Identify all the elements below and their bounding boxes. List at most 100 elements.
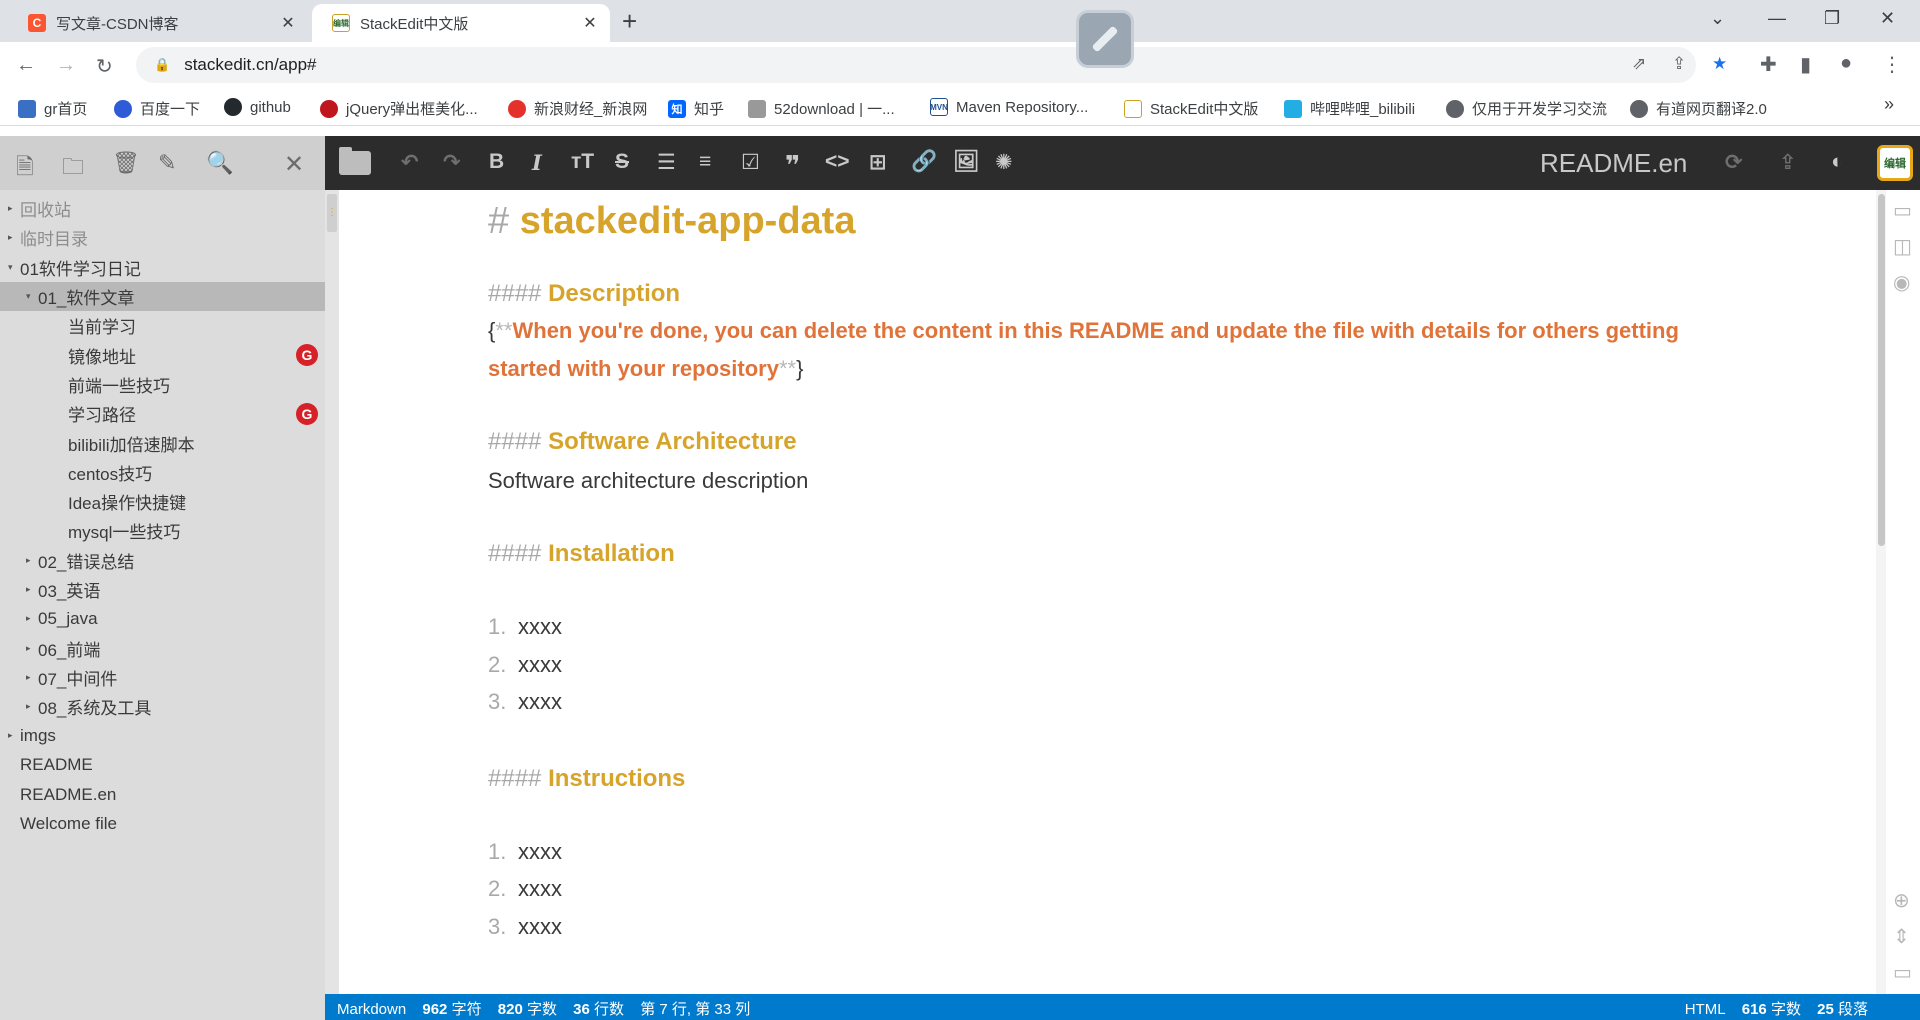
new-folder-icon[interactable]: 🗀 bbox=[62, 150, 84, 188]
bookmark-item[interactable]: StackEdit中文版 bbox=[1124, 98, 1258, 119]
tree-item[interactable]: ▸ 回收站 bbox=[0, 194, 325, 223]
bookmark-item[interactable]: 仅用于开发学习交流 bbox=[1446, 98, 1607, 119]
extensions-icon[interactable]: ✚ bbox=[1760, 52, 1777, 77]
tree-item[interactable]: 当前学习 bbox=[0, 311, 325, 340]
share-icon[interactable]: ⇪ bbox=[1672, 54, 1686, 74]
close-icon[interactable]: ✕ bbox=[278, 13, 298, 33]
tree-item[interactable]: ▾ 01软件学习日记 bbox=[0, 253, 325, 282]
tab-search-icon[interactable]: ⌄ bbox=[1710, 8, 1725, 29]
tree-item[interactable]: 镜像地址 G bbox=[0, 340, 325, 369]
bookmarks-overflow-button[interactable]: » bbox=[1884, 94, 1894, 115]
bookmark-star-icon[interactable]: ★ bbox=[1712, 54, 1727, 74]
tree-item[interactable]: README bbox=[0, 751, 325, 780]
delete-icon[interactable]: 🗑 bbox=[112, 150, 140, 176]
tree-item[interactable]: bilibili加倍速脚本 bbox=[0, 428, 325, 457]
toggle-navbar-icon[interactable]: ▭ bbox=[1893, 198, 1912, 223]
ordered-list-icon[interactable]: ≡ bbox=[699, 150, 711, 174]
tree-item[interactable]: ▸ 06_前端 bbox=[0, 633, 325, 662]
italic-icon[interactable]: I bbox=[532, 150, 542, 175]
preview-eye-icon[interactable]: ◉ bbox=[1893, 270, 1910, 295]
table-icon[interactable]: ⊞ bbox=[869, 150, 887, 175]
menu-kebab-icon[interactable]: ⋮ bbox=[1882, 52, 1902, 77]
address-bar[interactable]: 🔒 stackedit.cn/app# bbox=[136, 47, 1696, 83]
tree-item[interactable]: ▸ 08_系统及工具 bbox=[0, 692, 325, 721]
search-file-icon[interactable]: 🔍 bbox=[206, 150, 233, 176]
undo-icon[interactable]: ↶ bbox=[401, 150, 419, 175]
new-tab-button[interactable]: + bbox=[622, 8, 637, 34]
explorer-toolbar: 🗎 🗀 🗑 ✎ 🔍 ✕ bbox=[0, 136, 325, 190]
browser-toolbar: ← → ↻ 🔒 stackedit.cn/app# ⇗ ⇪ ★ ✚ ▮ ● ⋮ bbox=[0, 42, 1920, 88]
bookmark-item[interactable]: 知知乎 bbox=[668, 98, 724, 119]
code-icon[interactable]: <> bbox=[825, 150, 850, 174]
explorer-splitter[interactable]: ⋮ bbox=[325, 190, 339, 994]
bookmark-item[interactable]: 有道网页翻译2.0 bbox=[1630, 98, 1767, 119]
markdown-editor[interactable]: # stackedit-app-data #### Description {*… bbox=[339, 190, 1879, 994]
bookmark-item[interactable]: 哔哩哔哩_bilibili bbox=[1284, 98, 1415, 119]
tree-item[interactable]: ▸ 02_错误总结 bbox=[0, 546, 325, 575]
tree-item[interactable]: 学习路径 G bbox=[0, 399, 325, 428]
new-file-icon[interactable]: 🗎 bbox=[16, 150, 34, 188]
close-explorer-icon[interactable]: ✕ bbox=[284, 150, 304, 179]
editor-scrollbar[interactable] bbox=[1876, 190, 1886, 994]
tree-item[interactable]: ▸ 临时目录 bbox=[0, 223, 325, 252]
tree-item[interactable]: Idea操作快捷键 bbox=[0, 487, 325, 516]
open-in-app-icon[interactable]: ⇗ bbox=[1632, 54, 1646, 74]
scrollbar-thumb[interactable] bbox=[1878, 194, 1885, 546]
redo-icon[interactable]: ↷ bbox=[443, 150, 461, 175]
checklist-icon[interactable]: ☑ bbox=[741, 150, 760, 175]
status-left: Markdown 962 字符 820 字数 36 行数 第 7 行, 第 33… bbox=[337, 998, 762, 1019]
drag-handle-icon[interactable]: ⋮ bbox=[327, 194, 337, 232]
bookmark-item[interactable]: MVN Maven Repository... bbox=[930, 98, 1088, 116]
tab-stackedit[interactable]: 编辑 StackEdit中文版 ✕ bbox=[312, 4, 610, 42]
blockquote-icon[interactable]: ❞ bbox=[785, 150, 800, 181]
forward-icon[interactable]: → bbox=[56, 54, 76, 77]
theme-toggle-icon[interactable]: ◐ bbox=[1831, 150, 1844, 174]
bookmark-item[interactable]: github bbox=[224, 98, 291, 116]
stackedit-menu-button[interactable]: 编辑 bbox=[1877, 145, 1913, 181]
tree-item[interactable]: ▸ 03_英语 bbox=[0, 575, 325, 604]
bookmark-item[interactable]: jQuery弹出框美化... bbox=[320, 98, 478, 119]
globe-icon bbox=[1446, 99, 1464, 118]
stackedit-favicon-icon: 编辑 bbox=[332, 14, 350, 32]
toggle-sidepreview-icon[interactable]: ◫ bbox=[1893, 234, 1912, 259]
back-icon[interactable]: ← bbox=[16, 54, 36, 77]
tree-item[interactable]: centos技巧 bbox=[0, 458, 325, 487]
close-icon[interactable]: ✕ bbox=[580, 13, 600, 33]
tree-item[interactable]: mysql一些技巧 bbox=[0, 516, 325, 545]
tree-item[interactable]: Welcome file bbox=[0, 809, 325, 838]
caret-right-icon: ▸ bbox=[8, 232, 13, 243]
tree-item[interactable]: 前端一些技巧 bbox=[0, 370, 325, 399]
reload-icon[interactable]: ↻ bbox=[96, 54, 113, 79]
tree-item[interactable]: ▸ 05_java bbox=[0, 604, 325, 633]
scroll-sync-icon[interactable]: ⊕ bbox=[1893, 888, 1910, 913]
tree-item[interactable]: ▸ imgs bbox=[0, 721, 325, 750]
tab-csdn[interactable]: C 写文章-CSDN博客 ✕ bbox=[8, 4, 308, 42]
publish-icon[interactable]: ⇪ bbox=[1779, 150, 1797, 175]
tree-item[interactable]: ▸ 07_中间件 bbox=[0, 663, 325, 692]
focus-mode-icon[interactable]: ⇕ bbox=[1893, 924, 1910, 949]
toggle-statusbar-icon[interactable]: ▭ bbox=[1893, 960, 1912, 985]
folder-toggle-icon[interactable] bbox=[339, 147, 371, 175]
unordered-list-icon[interactable]: ☰ bbox=[657, 150, 676, 175]
openai-icon[interactable]: ✺ bbox=[995, 150, 1013, 175]
profile-avatar-icon[interactable]: ● bbox=[1840, 52, 1852, 75]
restore-icon[interactable]: ❐ bbox=[1824, 8, 1840, 29]
sync-icon[interactable]: ⟳ bbox=[1725, 150, 1743, 175]
bookmark-item[interactable]: 新浪财经_新浪网 bbox=[508, 98, 647, 119]
maven-icon: MVN bbox=[930, 98, 948, 116]
strikethrough-icon[interactable]: S bbox=[615, 150, 629, 174]
image-icon[interactable]: 🖼 bbox=[953, 150, 980, 174]
bookmark-item[interactable]: gr首页 bbox=[18, 98, 87, 119]
tree-item[interactable]: README.en bbox=[0, 780, 325, 809]
heading-icon[interactable]: тТ bbox=[571, 150, 594, 174]
window-close-icon[interactable]: ✕ bbox=[1880, 8, 1895, 29]
bookmark-item[interactable]: 百度一下 bbox=[114, 98, 200, 119]
bold-icon[interactable]: B bbox=[489, 150, 504, 174]
bookmark-item[interactable]: 52download | 一... bbox=[748, 98, 895, 119]
tree-item[interactable]: ▾ 01_软件文章 bbox=[0, 281, 325, 312]
document-title[interactable]: README.en bbox=[1540, 148, 1687, 179]
side-panel-icon[interactable]: ▮ bbox=[1800, 52, 1811, 77]
rename-pencil-icon[interactable]: ✎ bbox=[158, 150, 176, 176]
minimize-icon[interactable]: — bbox=[1768, 8, 1786, 29]
link-icon[interactable]: 🔗 bbox=[911, 150, 937, 174]
